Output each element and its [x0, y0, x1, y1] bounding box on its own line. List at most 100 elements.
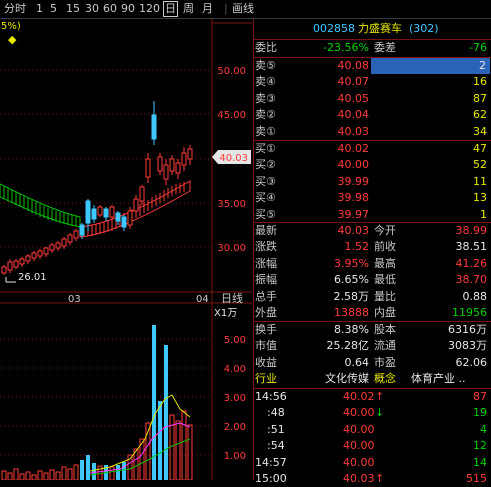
sell-level-row[interactable]: 卖⑤ 40.08 2: [253, 58, 491, 74]
stat-value: 38.70: [455, 273, 488, 287]
tab-month[interactable]: 月: [202, 2, 213, 16]
tick-time: 14:57: [255, 455, 287, 469]
level-price: 39.97: [337, 207, 370, 221]
volume-bars: [1, 325, 193, 481]
sell-level-row[interactable]: 卖② 40.04 62: [253, 107, 491, 123]
stat-row: 总手 2.58万 量比 0.88: [253, 289, 491, 305]
green-band: [0, 183, 81, 228]
level-volume: 34: [473, 124, 487, 138]
concept-value[interactable]: 体育产业 ..: [411, 371, 466, 387]
draw-line-button[interactable]: 画线: [232, 2, 254, 16]
candle: [55, 242, 61, 249]
tab-60min[interactable]: 60: [103, 2, 117, 16]
volume-tick: 4.00: [224, 364, 246, 375]
stat-label: 流通: [374, 339, 396, 353]
tick-volume: 14: [473, 455, 487, 469]
tick-time: :54: [267, 439, 285, 453]
candle: [7, 261, 13, 271]
candle: [1, 266, 7, 274]
tick-time: 14:56: [255, 390, 287, 403]
stat-row: 涨幅 3.95% 最高 41.26: [253, 256, 491, 272]
stat-value: 1.52: [344, 240, 370, 254]
tab-1min[interactable]: 1: [36, 2, 43, 16]
level-volume: 87: [473, 91, 487, 105]
volume-tick: 1.00: [224, 451, 246, 462]
candle: [13, 260, 19, 268]
candle: [43, 247, 49, 255]
tab-day[interactable]: 日: [163, 1, 178, 17]
tick-price: 40.00: [343, 455, 375, 469]
candle: [97, 206, 103, 216]
sell-level-row[interactable]: 卖① 40.03 34: [253, 124, 491, 140]
tab-90min[interactable]: 90: [121, 2, 135, 16]
level-volume: 16: [473, 75, 487, 89]
divider: |: [224, 2, 228, 15]
weibi-value: -23.56%: [323, 41, 369, 54]
level-volume: 52: [473, 158, 487, 172]
tick-direction-icon: ↑: [375, 472, 385, 485]
level-volume: 47: [473, 142, 487, 155]
stat-value: 0.88: [462, 289, 488, 303]
stat-row: 涨跌 1.52 前收 38.51: [253, 239, 491, 255]
sell-level-row[interactable]: 卖③ 40.05 87: [253, 91, 491, 107]
tick-row: :48 40.00 ↓ 19: [253, 405, 491, 421]
sell-level-row[interactable]: 卖④ 40.07 16: [253, 74, 491, 90]
tick-time: 15:00: [255, 472, 287, 485]
level-volume: 11: [473, 174, 487, 188]
level-volume: 1: [480, 207, 487, 221]
tab-15min[interactable]: 15: [66, 2, 80, 16]
tick-price: 40.00: [343, 422, 375, 436]
low-price-marker: 26.01: [18, 272, 47, 283]
tick-volume: 12: [473, 439, 487, 453]
buy-level-row[interactable]: 买① 40.02 47: [253, 141, 491, 157]
volume-tick: 2.00: [224, 422, 246, 433]
tick-row: 15:00 40.03 ↑ 515: [253, 471, 491, 487]
candle: [37, 250, 43, 257]
tick-time: :48: [267, 406, 285, 420]
candle: [163, 164, 169, 180]
stock-code: 002858: [313, 22, 355, 35]
tick-volume: 515: [466, 472, 487, 485]
buy-level-row[interactable]: 买② 40.00 52: [253, 157, 491, 173]
level-label: 买④: [255, 191, 276, 205]
fundamental-row: 换手 8.38% 股本 6316万: [253, 322, 491, 338]
tick-price: 40.03: [343, 472, 375, 485]
level-label: 卖①: [255, 124, 276, 138]
stat-label: 最高: [374, 256, 396, 270]
buy-level-row[interactable]: 买③ 39.99 11: [253, 174, 491, 190]
ma-legend: 5%): [1, 21, 21, 32]
level-price: 39.99: [337, 174, 370, 188]
level-price: 40.00: [337, 158, 370, 172]
kline-chart-area[interactable]: 50.00 45.00 35.00 30.00 40.03 5%) ◆ 26.0…: [0, 19, 252, 481]
stat-row: 最新 40.03 今开 38.99: [253, 223, 491, 239]
candle: [91, 208, 97, 220]
candle: [181, 152, 187, 166]
stat-value: 38.99: [455, 224, 488, 237]
tab-week[interactable]: 周: [183, 2, 194, 16]
level-volume: 62: [473, 108, 487, 122]
stat-value: 25.28亿: [326, 339, 370, 353]
buy-level-row[interactable]: 买⑤ 39.97 1: [253, 207, 491, 223]
stat-row: 振幅 6.65% 最低 38.70: [253, 272, 491, 288]
tab-120min[interactable]: 120: [139, 2, 160, 16]
tab-5min[interactable]: 5: [50, 2, 57, 16]
tick-volume: 4: [480, 422, 487, 436]
tick-row: :54 40.00 12: [253, 438, 491, 454]
candle: [79, 224, 85, 236]
fundamental-row: 收益 0.64 市盈 62.06: [253, 355, 491, 371]
tick-row: :51 40.00 4: [253, 422, 491, 438]
candle: [73, 230, 79, 239]
stat-label: 股本: [374, 323, 396, 336]
buy-level-row[interactable]: 买④ 39.98 13: [253, 190, 491, 206]
industry-value[interactable]: 文化传媒: [325, 371, 369, 387]
tab-30min[interactable]: 30: [85, 2, 99, 16]
tab-intraday[interactable]: 分时: [4, 2, 26, 16]
month-label: 03: [68, 294, 81, 305]
tick-price: 40.00: [343, 406, 375, 420]
candle: [139, 186, 145, 202]
stat-value: 13888: [334, 306, 369, 319]
stat-row: 外盘 13888 内盘 11956: [253, 305, 491, 321]
tick-volume: 19: [473, 406, 487, 420]
candle: [109, 206, 115, 218]
stat-label: 今开: [374, 224, 396, 237]
